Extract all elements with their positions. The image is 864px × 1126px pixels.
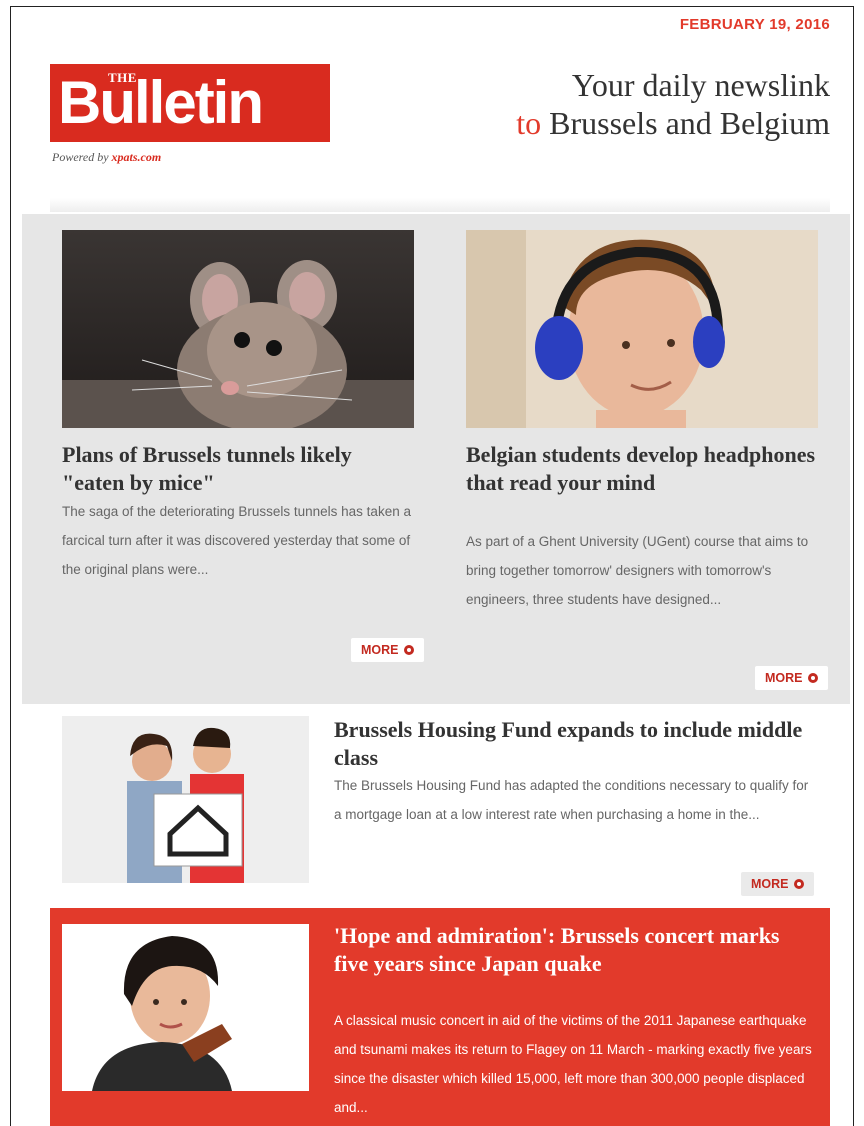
arrow-circle-icon (807, 673, 818, 683)
tagline-line2-wrap: to Brussels and Belgium (516, 104, 830, 142)
tagline-to: to (516, 105, 542, 141)
more-label: MORE (765, 671, 803, 685)
header-divider (50, 198, 830, 212)
powered-prefix: Powered by (52, 150, 109, 164)
story-3-more-button[interactable]: MORE (741, 872, 814, 896)
the-bulletin-logo[interactable]: THE Bulletin (50, 64, 330, 142)
more-label: MORE (751, 877, 789, 891)
story-2-more-button[interactable]: MORE (755, 666, 828, 690)
story-4-text: A classical music concert in aid of the … (334, 1013, 812, 1115)
tagline: Your daily newslink to Brussels and Belg… (516, 66, 830, 142)
more-label: MORE (361, 643, 399, 657)
issue-date: FEBRUARY 19, 2016 (679, 16, 830, 33)
story-1-text: The saga of the deteriorating Brussels t… (62, 504, 411, 577)
story-2-text: As part of a Ghent University (UGent) co… (466, 534, 809, 607)
violinist-photo[interactable] (62, 924, 309, 1091)
tagline-line2: Brussels and Belgium (549, 105, 830, 141)
mouse-photo[interactable] (62, 230, 414, 428)
arrow-circle-icon (403, 645, 414, 655)
story-2-title[interactable]: Belgian students develop headphones that… (466, 441, 818, 497)
story-4-title[interactable]: 'Hope and admiration': Brussels concert … (334, 922, 804, 978)
story-1-more-button[interactable]: MORE (351, 638, 424, 662)
tagline-line1: Your daily newslink (571, 67, 830, 103)
story-3-text: The Brussels Housing Fund has adapted th… (334, 778, 809, 822)
arrow-circle-icon (793, 879, 804, 889)
story-3-title[interactable]: Brussels Housing Fund expands to include… (334, 716, 804, 772)
story-1-title[interactable]: Plans of Brussels tunnels likely "eaten … (62, 441, 414, 497)
powered-by: Powered by xpats.com (52, 150, 161, 165)
highlight-story-panel: 'Hope and admiration': Brussels concert … (50, 908, 830, 1126)
headphones-student-photo[interactable] (466, 230, 818, 428)
logo-name: Bulletin (58, 69, 264, 136)
powered-brand-link[interactable]: xpats.com (112, 150, 162, 164)
housing-couple-photo[interactable] (62, 716, 309, 883)
